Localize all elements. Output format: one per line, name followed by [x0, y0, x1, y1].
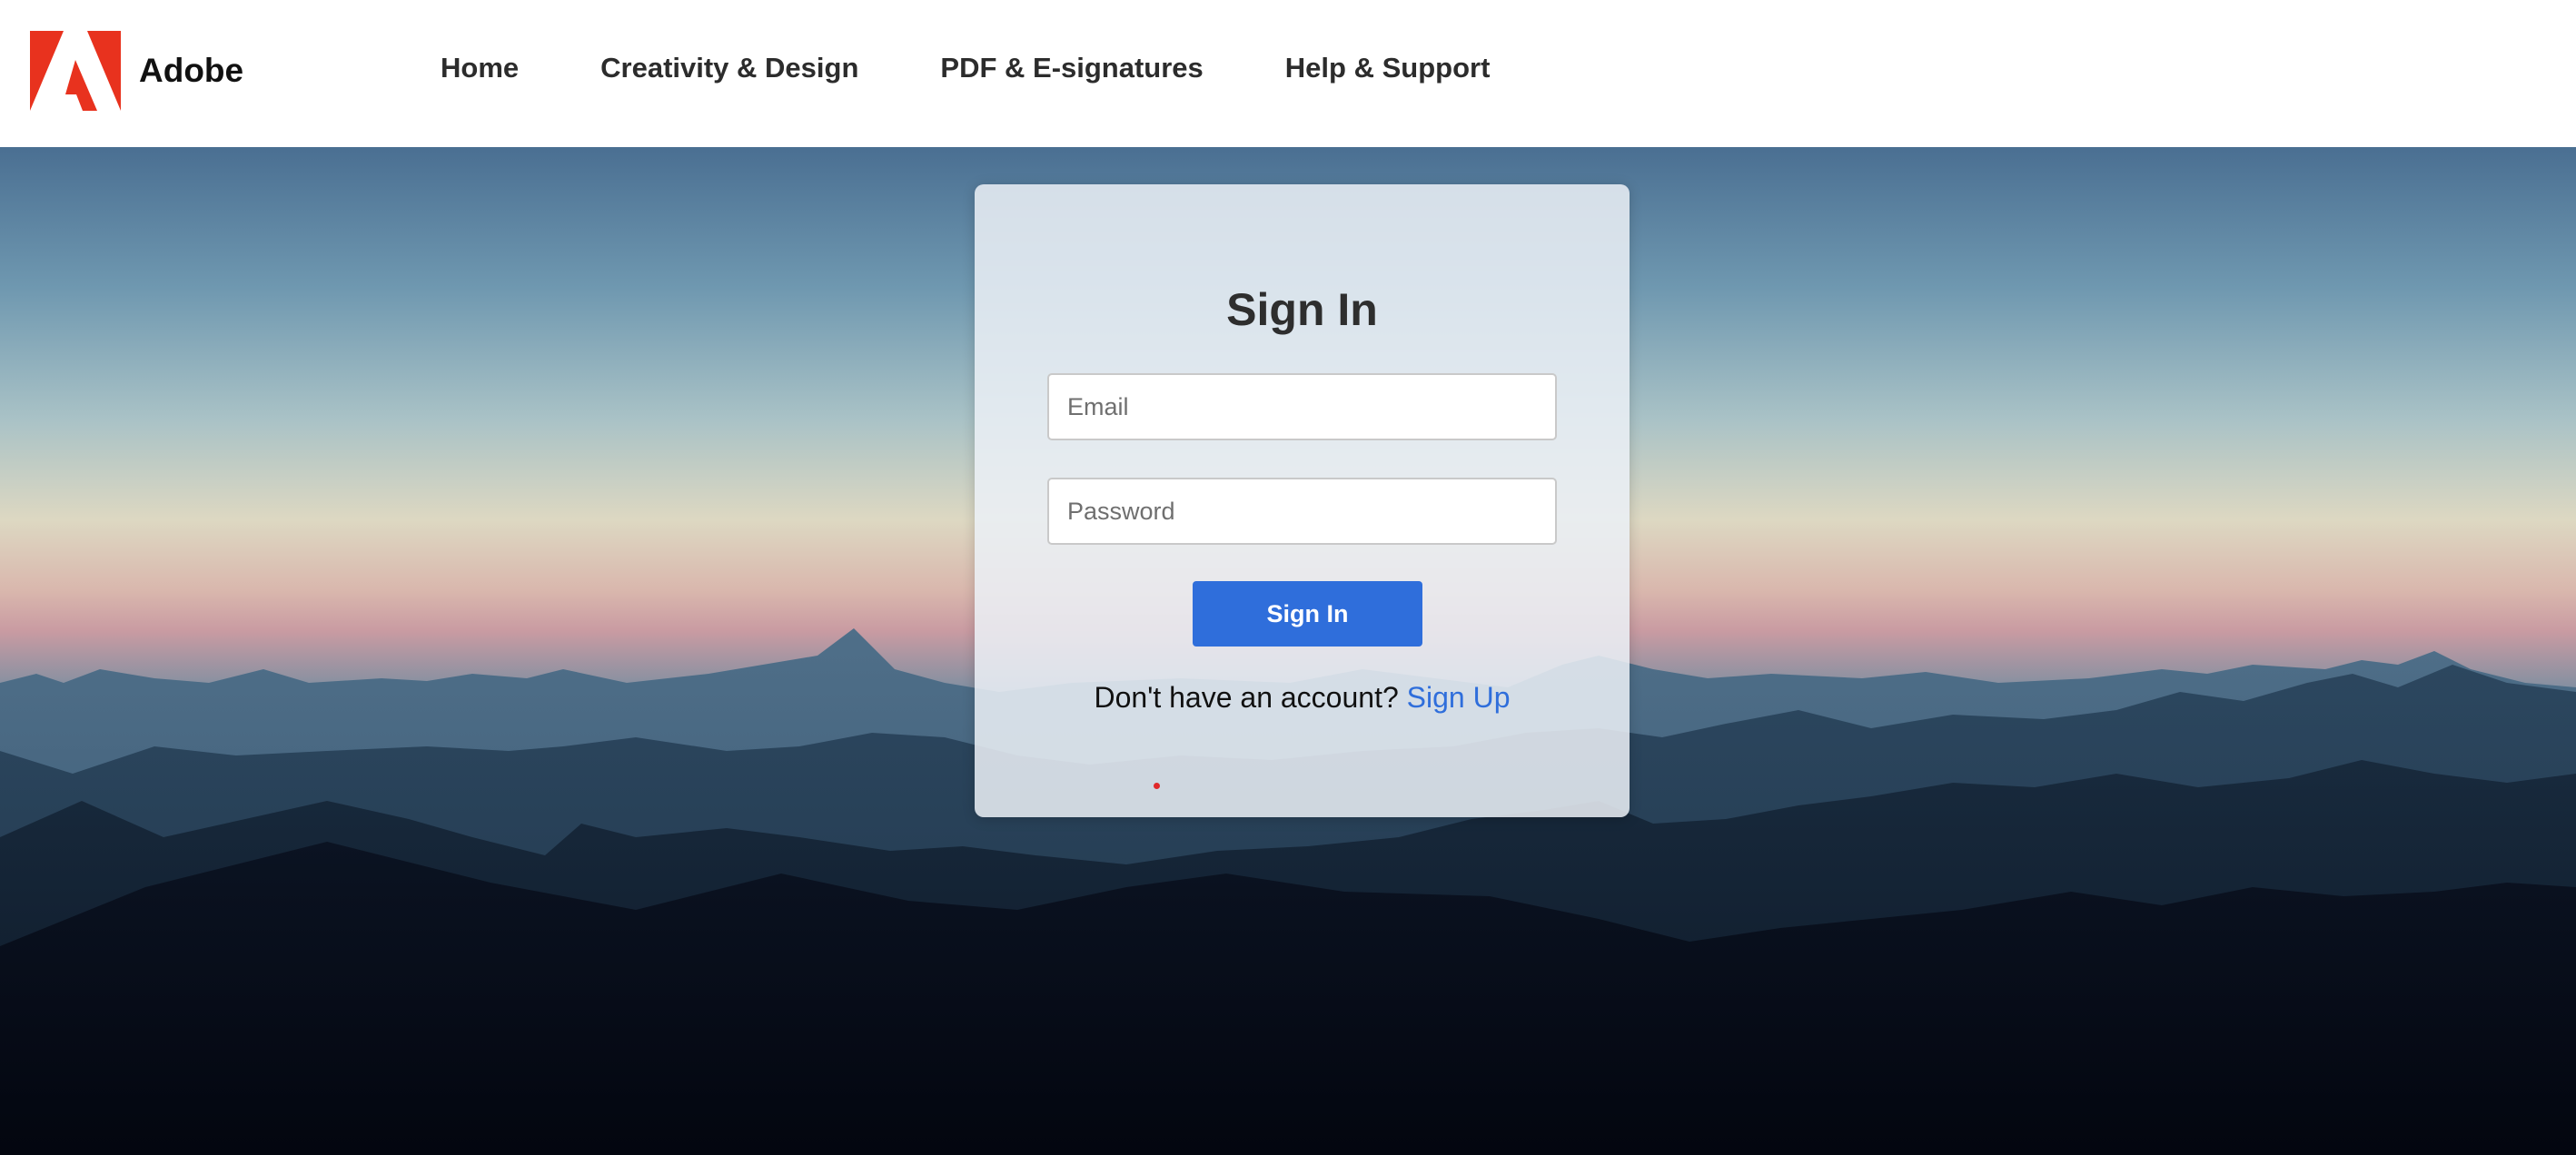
signin-button[interactable]: Sign In	[1193, 581, 1422, 647]
brand-name[interactable]: Adobe	[139, 51, 243, 91]
signin-title: Sign In	[1226, 284, 1378, 335]
site-header: Adobe Home Creativity & Design PDF & E-s…	[0, 0, 2576, 147]
nav-item-pdf-esignatures[interactable]: PDF & E-signatures	[940, 52, 1203, 84]
signin-card: Sign In Sign In Don't have an account? S…	[975, 184, 1630, 817]
signup-link[interactable]: Sign Up	[1407, 681, 1511, 714]
signup-prompt-line: Don't have an account? Sign Up	[975, 679, 1630, 716]
signup-prompt-text: Don't have an account?	[1094, 681, 1407, 714]
main-nav: Home Creativity & Design PDF & E-signatu…	[441, 0, 1571, 136]
nav-item-help-support[interactable]: Help & Support	[1285, 52, 1491, 84]
nav-item-creativity-design[interactable]: Creativity & Design	[600, 52, 858, 84]
adobe-logo-icon[interactable]	[30, 31, 121, 111]
password-field[interactable]	[1047, 478, 1557, 545]
nav-item-home[interactable]: Home	[441, 52, 519, 84]
status-indicator-dot	[1154, 783, 1160, 789]
email-field[interactable]	[1047, 373, 1557, 440]
